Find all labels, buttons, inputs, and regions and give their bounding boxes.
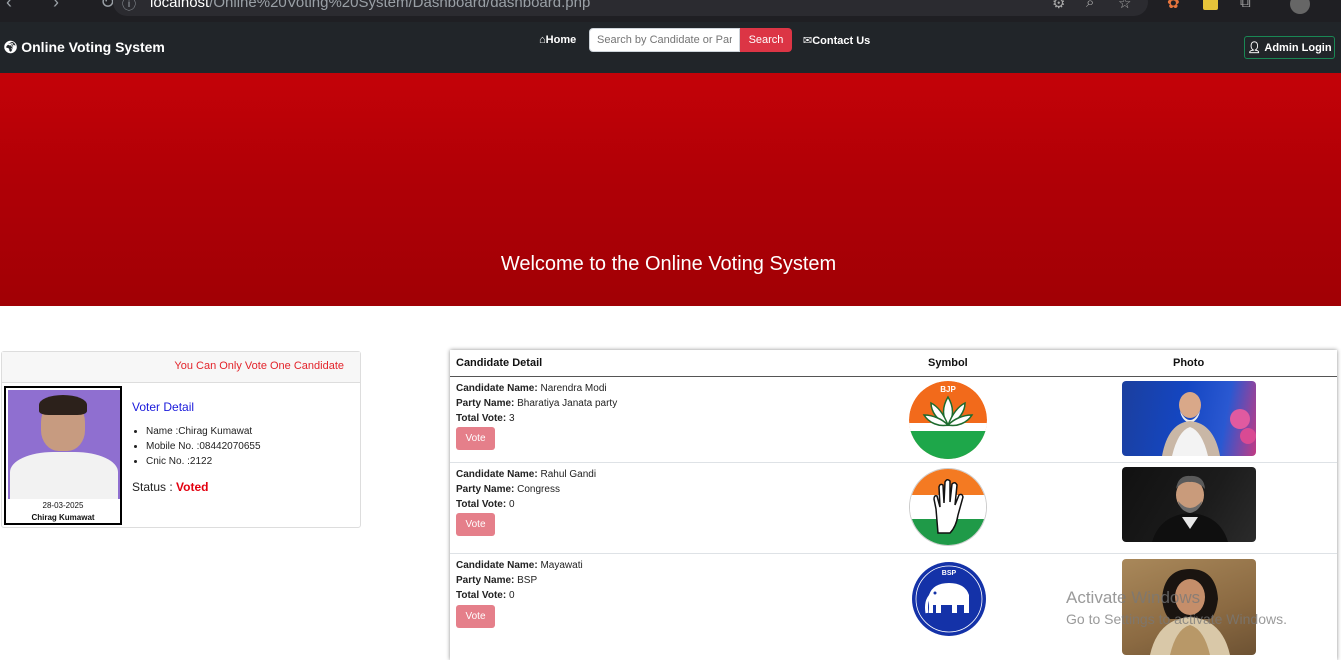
nav-home-label: Home xyxy=(545,34,577,46)
voter-photo xyxy=(8,390,120,499)
header-symbol: Symbol xyxy=(928,357,968,369)
candidate-info: Candidate Name: Narendra Modi Party Name… xyxy=(456,381,617,426)
nav-contact-label: Contact Us xyxy=(812,35,871,47)
site-info-icon[interactable]: ⓘ xyxy=(122,0,136,14)
voter-cnic: Cnic No. :2122 xyxy=(146,454,261,469)
nav-contact-link[interactable]: ✉Contact Us xyxy=(803,34,870,47)
candidate-row: Candidate Name: Narendra Modi Party Name… xyxy=(450,377,1337,463)
total-vote-label: Total Vote: xyxy=(456,499,507,510)
admin-login-label: Admin Login xyxy=(1264,41,1332,54)
zoom-icon[interactable]: ⌕ xyxy=(1086,0,1094,11)
vote-button[interactable]: Vote xyxy=(456,513,495,536)
candidate-name: Narendra Modi xyxy=(540,383,607,394)
extension-puzzle-icon[interactable]: ✿ xyxy=(1167,0,1180,12)
browser-toolbar: ‹ › ↻ ⓘ localhost/Online%20Voting%20Syst… xyxy=(0,0,1341,22)
total-vote: 3 xyxy=(508,413,515,424)
top-navbar: 🌍︎ Online Voting System ⌂Home Search ✉Co… xyxy=(0,22,1341,73)
window-icon[interactable]: ⧉ xyxy=(1240,0,1251,11)
voter-status-label: Status : xyxy=(132,480,177,494)
candidate-name-label: Candidate Name: xyxy=(456,560,538,571)
party-name-label: Party Name: xyxy=(456,575,515,586)
party-name-label: Party Name: xyxy=(456,398,515,409)
profile-avatar[interactable] xyxy=(1290,0,1310,14)
total-vote: 0 xyxy=(508,590,515,601)
bsp-symbol-text: BSP xyxy=(942,570,957,577)
home-icon: ⌂ xyxy=(539,34,546,46)
admin-login-button[interactable]: 👤︎ Admin Login xyxy=(1244,36,1335,59)
nav-home-link[interactable]: ⌂Home xyxy=(539,34,576,46)
total-vote-label: Total Vote: xyxy=(456,590,507,601)
watermark-title: Activate Windows xyxy=(1066,588,1201,607)
windows-activation-watermark: Activate Windows Go to Settings to activ… xyxy=(1066,588,1287,627)
candidate-photo xyxy=(1122,381,1256,456)
voter-mobile: Mobile No. :08442070655 xyxy=(146,439,261,454)
header-candidate-detail: Candidate Detail xyxy=(456,357,543,369)
extension-icon[interactable]: ⚙ xyxy=(1052,0,1065,12)
hero-title: Welcome to the Online Voting System xyxy=(500,253,837,275)
party-name: BSP xyxy=(517,575,538,586)
candidate-name: Rahul Gandi xyxy=(540,469,597,480)
voter-detail-list: Name :Chirag Kumawat Mobile No. :0844207… xyxy=(132,424,261,469)
envelope-icon: ✉ xyxy=(803,35,813,47)
vote-button[interactable]: Vote xyxy=(456,605,495,628)
party-name: Congress xyxy=(517,484,560,495)
address-url[interactable]: localhost/Online%20Voting%20System/Dashb… xyxy=(150,0,590,11)
voter-detail-title: Voter Detail xyxy=(132,400,195,414)
voter-photo-card: 28-03-2025 Chirag Kumawat xyxy=(4,386,122,525)
brand-label: Online Voting System xyxy=(21,39,165,55)
total-vote-label: Total Vote: xyxy=(456,413,507,424)
voter-status-value: Voted xyxy=(176,480,209,494)
voter-name: Name :Chirag Kumawat xyxy=(146,424,261,439)
candidate-photo xyxy=(1122,467,1256,542)
candidate-info: Candidate Name: Rahul Gandi Party Name: … xyxy=(456,467,596,512)
voter-photo-date: 28-03-2025 xyxy=(42,501,84,510)
voter-photo-name: Chirag Kumawat xyxy=(31,513,95,522)
search-button[interactable]: Search xyxy=(740,28,792,52)
brand-link[interactable]: 🌍︎ Online Voting System xyxy=(3,39,165,55)
bsp-elephant-icon: BSP xyxy=(911,561,987,637)
voter-status: Status : Voted xyxy=(132,480,208,494)
bjp-lotus-icon: BJP xyxy=(909,381,987,459)
voter-card-header: You Can Only Vote One Candidate xyxy=(2,352,360,383)
party-name: Bharatiya Janata party xyxy=(517,398,618,409)
vote-button[interactable]: Vote xyxy=(456,427,495,450)
user-icon: 👤︎ xyxy=(1247,42,1262,54)
candidate-info: Candidate Name: Mayawati Party Name: BSP… xyxy=(456,558,583,603)
globe-icon: 🌍︎ xyxy=(3,40,19,54)
bjp-symbol-text: BJP xyxy=(940,385,956,394)
watermark-subtitle: Go to Settings to activate Windows. xyxy=(1066,611,1287,627)
party-name-label: Party Name: xyxy=(456,484,515,495)
hero-banner: Welcome to the Online Voting System xyxy=(0,73,1341,306)
voter-card: You Can Only Vote One Candidate 28-03-20… xyxy=(1,351,361,528)
search-input[interactable] xyxy=(589,28,740,52)
total-vote: 0 xyxy=(508,499,515,510)
candidate-name-label: Candidate Name: xyxy=(456,383,538,394)
candidate-name-label: Candidate Name: xyxy=(456,469,538,480)
header-photo: Photo xyxy=(1173,357,1205,369)
bookmark-star-icon[interactable]: ☆ xyxy=(1118,0,1131,12)
extension-note-icon[interactable] xyxy=(1203,0,1218,10)
candidate-row: Candidate Name: Rahul Gandi Party Name: … xyxy=(450,463,1337,554)
candidate-name: Mayawati xyxy=(540,560,583,571)
congress-hand-icon xyxy=(909,468,987,546)
vote-warning: You Can Only Vote One Candidate xyxy=(174,360,344,372)
